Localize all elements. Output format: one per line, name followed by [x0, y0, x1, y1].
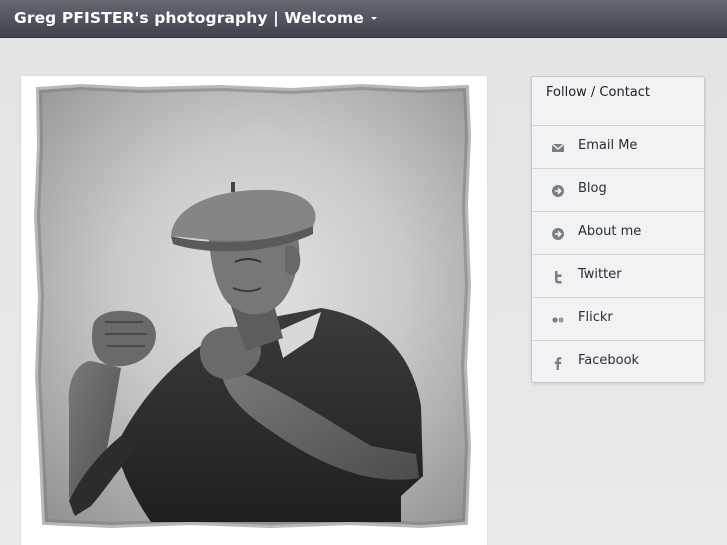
arrow-circle-icon: [551, 226, 565, 240]
contact-link-facebook[interactable]: Facebook: [532, 341, 704, 383]
contact-links-list: Email Me Blog About me Twitter Flickr Fa…: [532, 125, 704, 383]
contact-link-label: Email Me: [578, 138, 638, 153]
contact-link-flickr[interactable]: Flickr: [532, 298, 704, 341]
page-content: Follow / Contact Email Me Blog About me: [0, 38, 727, 545]
contact-link-label: Twitter: [578, 267, 622, 282]
twitter-icon: [551, 269, 565, 284]
contact-link-about[interactable]: About me: [532, 212, 704, 255]
portrait-image: [33, 83, 472, 529]
portrait-photo: [21, 76, 487, 545]
contact-link-email[interactable]: Email Me: [532, 126, 704, 169]
site-title-dropdown[interactable]: Greg PFISTER's photography | Welcome: [14, 9, 377, 27]
caret-down-icon: [370, 17, 377, 20]
site-title-text: Greg PFISTER's photography | Welcome: [14, 9, 364, 27]
contact-link-twitter[interactable]: Twitter: [532, 255, 704, 298]
contact-link-label: Blog: [578, 181, 607, 196]
arrow-circle-icon: [551, 183, 565, 197]
top-navigation-bar: Greg PFISTER's photography | Welcome: [0, 0, 727, 38]
contact-link-blog[interactable]: Blog: [532, 169, 704, 212]
follow-contact-heading: Follow / Contact: [546, 85, 650, 100]
follow-contact-panel: Follow / Contact Email Me Blog About me: [531, 76, 705, 383]
flickr-icon: [551, 312, 565, 326]
contact-link-label: About me: [578, 224, 642, 239]
envelope-icon: [551, 140, 565, 154]
contact-link-label: Facebook: [578, 353, 640, 368]
contact-link-label: Flickr: [578, 310, 613, 325]
facebook-icon: [551, 355, 565, 370]
